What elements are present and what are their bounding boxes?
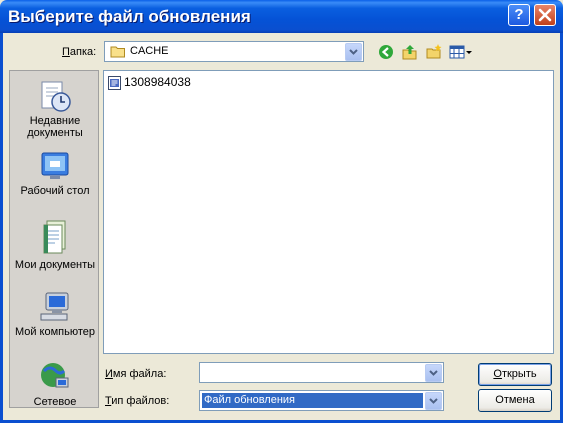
back-icon[interactable] xyxy=(378,44,394,60)
list-item[interactable]: 1308984038 xyxy=(108,75,191,90)
my-documents-icon xyxy=(43,220,66,254)
chevron-down-icon xyxy=(429,370,438,376)
places-bar: Недавние документы Рабочий стол Мои доку… xyxy=(9,70,99,408)
chevron-down-icon xyxy=(349,49,358,55)
filetype-label: Тип файлов: xyxy=(105,395,170,407)
file-name: 1308984038 xyxy=(124,75,191,89)
place-network[interactable]: Сетевое xyxy=(10,360,100,408)
desktop-icon xyxy=(41,152,69,179)
filetype-selection: Файл обновления xyxy=(202,393,423,408)
help-button[interactable]: ? xyxy=(508,4,530,26)
file-list[interactable]: 1308984038 xyxy=(103,70,554,354)
new-folder-icon[interactable] xyxy=(426,44,442,60)
close-icon xyxy=(538,8,552,22)
network-icon xyxy=(41,363,69,388)
title-bar[interactable]: Выберите файл обновления ? xyxy=(0,0,563,33)
lookin-label: Папка: xyxy=(62,46,97,58)
up-folder-icon[interactable] xyxy=(402,44,418,60)
folder-icon xyxy=(110,46,125,58)
lookin-dropdown-button[interactable] xyxy=(345,43,362,61)
filename-label: Имя файла: xyxy=(105,368,167,380)
my-computer-icon xyxy=(40,292,69,321)
lookin-combo[interactable]: CACHE xyxy=(104,41,364,62)
view-menu-icon[interactable] xyxy=(449,44,473,60)
filetype-dropdown-button[interactable] xyxy=(425,392,442,410)
file-icon xyxy=(108,75,121,90)
chevron-down-icon xyxy=(429,398,438,404)
filetype-select[interactable]: Файл обновления xyxy=(199,390,444,411)
place-my-documents[interactable]: Мои документы xyxy=(10,219,100,271)
place-recent-documents[interactable]: Недавние документы xyxy=(10,79,100,139)
filename-dropdown-button[interactable] xyxy=(425,364,442,382)
recent-documents-icon xyxy=(41,81,71,112)
window-title: Выберите файл обновления xyxy=(8,7,251,26)
open-button[interactable]: Открыть xyxy=(478,363,552,386)
filename-field[interactable] xyxy=(199,362,444,383)
lookin-value: CACHE xyxy=(130,45,169,57)
close-button[interactable] xyxy=(534,4,556,26)
place-desktop[interactable]: Рабочий стол xyxy=(10,149,100,197)
place-my-computer[interactable]: Мой компьютер xyxy=(10,290,100,338)
cancel-button[interactable]: Отмена xyxy=(478,389,552,412)
